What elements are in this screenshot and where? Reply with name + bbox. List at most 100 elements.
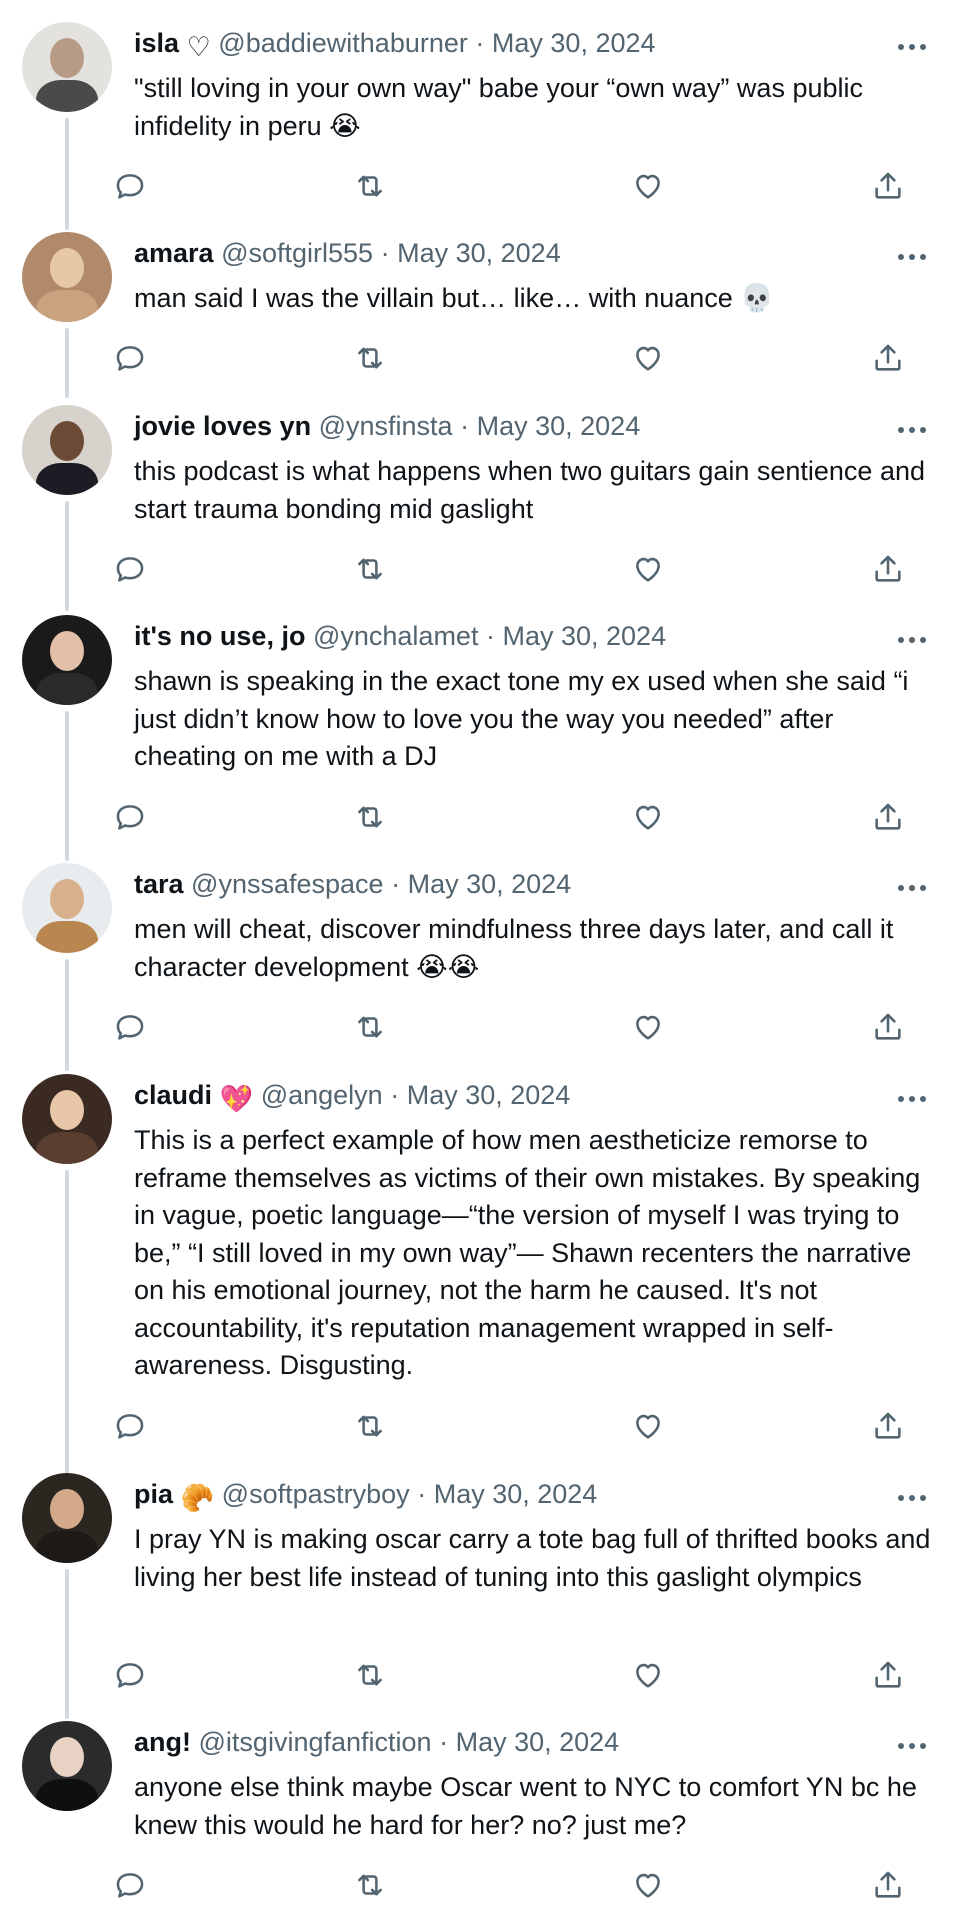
tweet-text: I pray YN is making oscar carry a tote b… (134, 1524, 938, 1592)
share-icon[interactable] (868, 1865, 908, 1905)
tweet-header: jovie loves yn @ynsfinsta · May 30, 2024 (134, 409, 640, 443)
name-emoji: ♡ (186, 32, 211, 62)
share-icon[interactable] (868, 1655, 908, 1695)
like-icon[interactable] (628, 797, 668, 837)
handle[interactable]: @baddiewithaburner (218, 28, 468, 58)
like-icon[interactable] (628, 1406, 668, 1446)
handle[interactable]: @angelyn (261, 1080, 383, 1110)
reply-icon[interactable] (110, 338, 150, 378)
retweet-icon[interactable] (350, 166, 390, 206)
avatar[interactable] (22, 232, 112, 322)
handle[interactable]: @itsgivingfanfiction (199, 1727, 432, 1757)
separator: · (380, 238, 390, 268)
tweet-text: "still loving in your own way" babe your… (134, 73, 871, 141)
reply-icon[interactable] (110, 549, 150, 589)
reply-icon[interactable] (110, 1865, 150, 1905)
timestamp[interactable]: May 30, 2024 (407, 1080, 571, 1110)
separator: · (417, 1479, 427, 1509)
more-icon[interactable] (898, 1743, 928, 1751)
timestamp[interactable]: May 30, 2024 (492, 28, 656, 58)
reply-icon[interactable] (110, 166, 150, 206)
tweet[interactable]: pia 🥐 @softpastryboy · May 30, 2024 I pr… (0, 1473, 953, 1719)
name-emoji: 💖 (219, 1084, 254, 1114)
separator: · (439, 1727, 449, 1757)
separator: · (390, 1080, 400, 1110)
retweet-icon[interactable] (350, 1406, 390, 1446)
name-emoji: 🥐 (180, 1483, 215, 1513)
display-name[interactable]: pia (134, 1479, 173, 1509)
like-icon[interactable] (628, 338, 668, 378)
display-name[interactable]: amara (134, 238, 214, 268)
tweet-actions (0, 549, 953, 589)
display-name[interactable]: it's no use, jo (134, 621, 305, 651)
share-icon[interactable] (868, 797, 908, 837)
separator: · (475, 28, 485, 58)
timestamp[interactable]: May 30, 2024 (477, 411, 641, 441)
tweet-header: pia 🥐 @softpastryboy · May 30, 2024 (134, 1477, 598, 1513)
more-icon[interactable] (898, 637, 928, 645)
more-icon[interactable] (898, 1096, 928, 1104)
tweet[interactable]: claudi 💖 @angelyn · May 30, 2024 This is… (0, 1074, 953, 1550)
display-name[interactable]: jovie loves yn (134, 411, 311, 441)
timestamp[interactable]: May 30, 2024 (434, 1479, 598, 1509)
avatar[interactable] (22, 1473, 112, 1563)
more-icon[interactable] (898, 885, 928, 893)
more-icon[interactable] (898, 44, 928, 52)
timestamp[interactable]: May 30, 2024 (502, 621, 666, 651)
tweet[interactable]: it's no use, jo @ynchalamet · May 30, 20… (0, 615, 953, 861)
reply-icon[interactable] (110, 1406, 150, 1446)
display-name[interactable]: tara (134, 869, 184, 899)
avatar[interactable] (22, 615, 112, 705)
tweet[interactable]: amara @softgirl555 · May 30, 2024 man sa… (0, 232, 953, 398)
retweet-icon[interactable] (350, 338, 390, 378)
share-icon[interactable] (868, 549, 908, 589)
reply-icon[interactable] (110, 1007, 150, 1047)
like-icon[interactable] (628, 1865, 668, 1905)
timestamp[interactable]: May 30, 2024 (397, 238, 561, 268)
avatar[interactable] (22, 1074, 112, 1164)
avatar[interactable] (22, 22, 112, 112)
like-icon[interactable] (628, 549, 668, 589)
tweet-header: amara @softgirl555 · May 30, 2024 (134, 236, 561, 270)
more-icon[interactable] (898, 254, 928, 262)
like-icon[interactable] (628, 1007, 668, 1047)
tweet[interactable]: ang! @itsgivingfanfiction · May 30, 2024… (0, 1721, 953, 1917)
handle[interactable]: @softpastryboy (222, 1479, 410, 1509)
tweet-header: ang! @itsgivingfanfiction · May 30, 2024 (134, 1725, 619, 1759)
handle[interactable]: @ynsfinsta (319, 411, 453, 441)
share-icon[interactable] (868, 1007, 908, 1047)
display-name[interactable]: claudi (134, 1080, 212, 1110)
handle[interactable]: @ynssafespace (191, 869, 384, 899)
reply-icon[interactable] (110, 1655, 150, 1695)
avatar[interactable] (22, 1721, 112, 1811)
retweet-icon[interactable] (350, 549, 390, 589)
retweet-icon[interactable] (350, 1865, 390, 1905)
tweet[interactable]: jovie loves yn @ynsfinsta · May 30, 2024… (0, 405, 953, 611)
retweet-icon[interactable] (350, 797, 390, 837)
share-icon[interactable] (868, 1406, 908, 1446)
retweet-icon[interactable] (350, 1007, 390, 1047)
handle[interactable]: @softgirl555 (221, 238, 373, 268)
tweet-header: it's no use, jo @ynchalamet · May 30, 20… (134, 619, 666, 653)
tweet-actions (0, 166, 953, 206)
timestamp[interactable]: May 30, 2024 (456, 1727, 620, 1757)
tweet[interactable]: isla ♡ @baddiewithaburner · May 30, 2024… (0, 22, 953, 230)
like-icon[interactable] (628, 166, 668, 206)
avatar[interactable] (22, 405, 112, 495)
handle[interactable]: @ynchalamet (313, 621, 478, 651)
tweet[interactable]: tara @ynssafespace · May 30, 2024 men wi… (0, 863, 953, 1071)
display-name[interactable]: isla (134, 28, 179, 58)
tweet-text: anyone else think maybe Oscar went to NY… (134, 1772, 925, 1840)
tweet-text: man said I was the villain but… like… wi… (134, 283, 774, 313)
avatar[interactable] (22, 863, 112, 953)
reply-icon[interactable] (110, 797, 150, 837)
timestamp[interactable]: May 30, 2024 (408, 869, 572, 899)
more-icon[interactable] (898, 1495, 928, 1503)
share-icon[interactable] (868, 166, 908, 206)
retweet-icon[interactable] (350, 1655, 390, 1695)
display-name[interactable]: ang! (134, 1727, 191, 1757)
like-icon[interactable] (628, 1655, 668, 1695)
separator: · (391, 869, 401, 899)
share-icon[interactable] (868, 338, 908, 378)
more-icon[interactable] (898, 427, 928, 435)
